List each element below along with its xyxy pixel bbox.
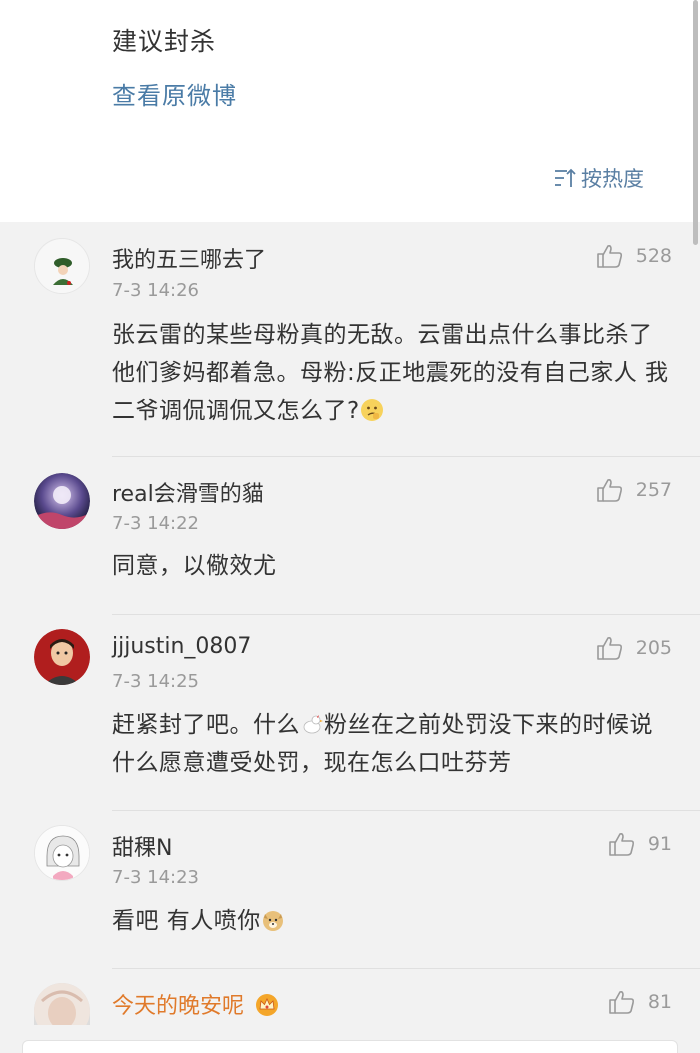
comment-item: real会滑雪的貓 7-3 14:22 同意，以儆效尤 257 <box>0 457 700 615</box>
comment-text: 同意，以儆效尤 <box>112 553 277 579</box>
thumbs-up-icon <box>609 833 634 856</box>
comment-text: 看吧 有人喷你 <box>112 902 672 940</box>
comment-username-text: 今天的晚安呢 <box>112 994 245 1019</box>
comment-username[interactable]: 我的五三哪去了 <box>112 242 266 274</box>
comment-username[interactable]: jjjustin_0807 <box>112 634 251 659</box>
comment-item: 甜稞N 7-3 14:23 看吧 有人喷你 91 <box>0 811 700 969</box>
chicken-icon <box>303 715 323 734</box>
comment-time: 7-3 14:22 <box>112 513 199 534</box>
sort-label: 按热度 <box>581 167 644 191</box>
doge-icon <box>262 911 283 931</box>
comment-item: jjjustin_0807 7-3 14:25 赶紧封了吧。什么 粉丝在之前处罚没… <box>0 615 700 811</box>
thinking-face-icon <box>360 399 383 421</box>
avatar[interactable] <box>34 629 90 685</box>
like-count: 91 <box>647 833 672 855</box>
comment-username-vip[interactable]: 今天的晚安呢 <box>112 988 279 1020</box>
avatar[interactable] <box>34 238 90 294</box>
like-count: 257 <box>635 479 672 501</box>
thumbs-up-icon <box>609 991 634 1014</box>
scrollbar[interactable] <box>693 0 698 245</box>
view-original-link[interactable]: 查看原微博 <box>112 76 237 111</box>
comment-username[interactable]: 甜稞N <box>112 830 172 862</box>
comment-input-bar[interactable] <box>22 1040 678 1053</box>
like-button[interactable]: 528 <box>596 242 672 270</box>
thumbs-up-icon <box>596 637 622 660</box>
thumbs-up-icon <box>596 245 622 268</box>
comment-time: 7-3 14:25 <box>112 671 199 692</box>
crown-icon <box>256 994 279 1016</box>
comment-time: 7-3 14:26 <box>112 280 199 301</box>
comment-text: 赶紧封了吧。什么 粉丝在之前处罚没下来的时候说什么愿意遭受处罚，现在怎么口吐芬芳 <box>112 706 672 782</box>
thumbs-up-icon <box>596 479 622 502</box>
like-button[interactable]: 257 <box>596 476 672 504</box>
post-text: 建议封杀 <box>112 27 217 56</box>
comment-time: 7-3 14:23 <box>112 867 199 888</box>
comment-text-body: 张云雷的某些母粉真的无敌。云雷出点什么事比杀了他们爹妈都着急。母粉:反正地震死的… <box>112 322 669 424</box>
post-card: 建议封杀 查看原微博 按热度 <box>0 0 700 222</box>
avatar[interactable] <box>34 473 90 529</box>
sort-icon <box>555 168 576 187</box>
like-button[interactable]: 205 <box>596 634 672 662</box>
like-count: 528 <box>635 245 672 267</box>
comment-text-part: 赶紧封了吧。什么 <box>112 712 300 738</box>
comment-item: 我的五三哪去了 7-3 14:26 张云雷的某些母粉真的无敌。云雷出点什么事比杀… <box>0 222 700 457</box>
sort-by-hot-button[interactable]: 按热度 <box>553 164 644 192</box>
like-count: 205 <box>635 637 672 659</box>
comment-username[interactable]: real会滑雪的貓 <box>112 476 264 508</box>
like-button[interactable]: 81 <box>608 988 672 1016</box>
comment-text: 张云雷的某些母粉真的无敌。云雷出点什么事比杀了他们爹妈都着急。母粉:反正地震死的… <box>112 316 672 430</box>
avatar[interactable] <box>34 825 90 881</box>
like-button[interactable]: 91 <box>608 830 672 858</box>
like-count: 81 <box>647 991 672 1013</box>
avatar[interactable] <box>34 983 90 1025</box>
comment-text-body: 看吧 有人喷你 <box>112 908 261 934</box>
